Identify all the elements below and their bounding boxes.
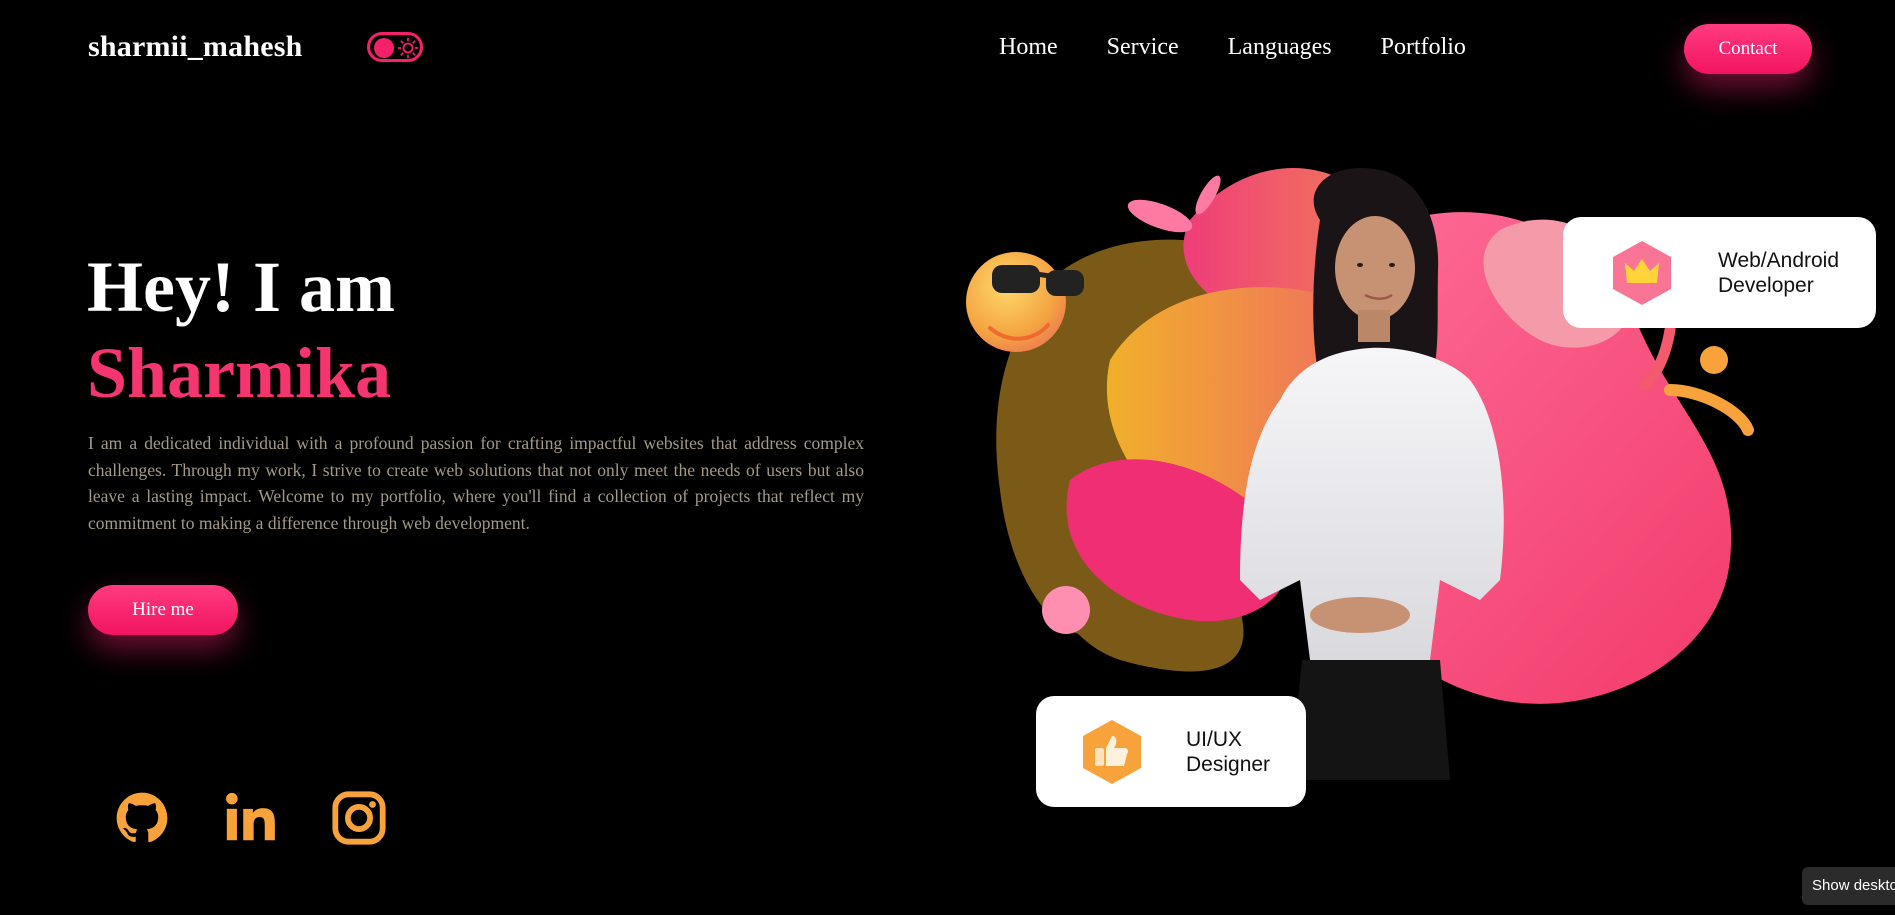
hero-greeting: Hey! I am — [87, 247, 395, 327]
instagram-icon — [332, 791, 386, 845]
card-web-android: Web/Android Developer — [1563, 217, 1876, 328]
hire-me-button[interactable]: Hire me — [88, 585, 238, 635]
github-link[interactable] — [113, 789, 171, 847]
contact-button[interactable]: Contact — [1684, 24, 1812, 74]
theme-toggle[interactable] — [367, 32, 423, 62]
hero-bio: I am a dedicated individual with a profo… — [88, 433, 864, 533]
nav-languages[interactable]: Languages — [1228, 34, 1332, 61]
toggle-knob — [374, 38, 394, 58]
github-icon — [116, 792, 168, 843]
nav-home[interactable]: Home — [999, 34, 1058, 61]
linkedin-link[interactable] — [221, 789, 279, 847]
card-web-line2: Developer — [1718, 274, 1814, 297]
main-nav: Home Service Languages Portfolio — [999, 34, 1515, 61]
crown-icon — [1613, 241, 1671, 305]
nav-portfolio[interactable]: Portfolio — [1381, 34, 1466, 61]
instagram-link[interactable] — [330, 789, 388, 847]
card-ui-line2: Designer — [1186, 753, 1271, 776]
brand-logo[interactable]: sharmii_mahesh — [88, 30, 303, 64]
card-ui-line1: UI/UX — [1186, 728, 1243, 751]
nav-service[interactable]: Service — [1107, 34, 1179, 61]
hero-name: Sharmika — [87, 333, 392, 413]
card-ui-ux: UI/UX Designer — [1036, 696, 1306, 807]
show-desktop-button[interactable]: Show desktop — [1802, 867, 1895, 905]
linkedin-icon — [226, 792, 275, 841]
card-web-line1: Web/Android — [1718, 249, 1840, 272]
thumbs-up-icon — [1083, 720, 1141, 784]
sun-icon — [397, 37, 419, 59]
